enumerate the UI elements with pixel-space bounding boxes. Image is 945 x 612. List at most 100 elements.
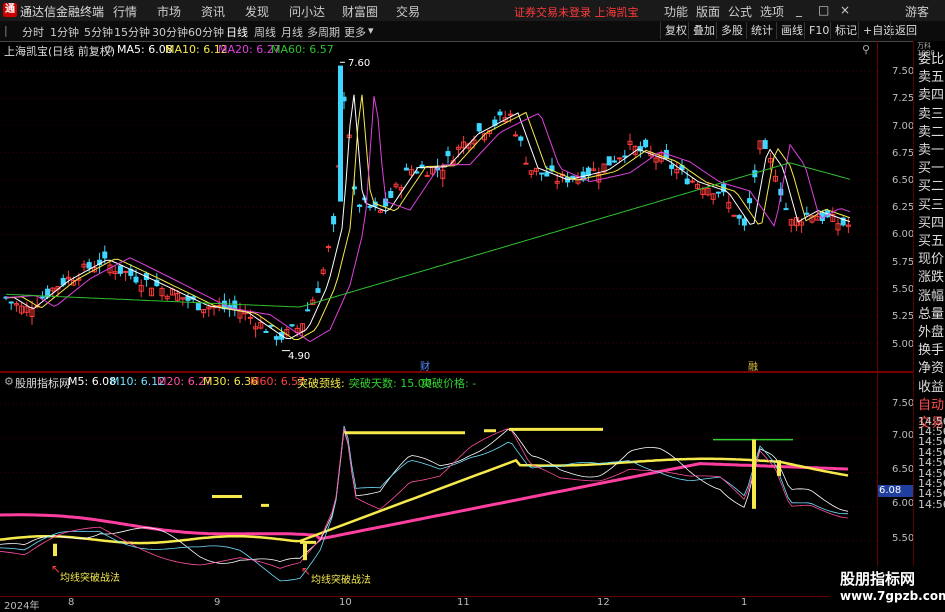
date-label: 2024年 xyxy=(4,601,40,612)
menu-wealth[interactable]: 财富圈 xyxy=(342,3,378,20)
candle-body xyxy=(388,190,394,198)
watermark-url: www.7gpzb.com xyxy=(840,589,945,603)
period-5m[interactable]: 5分钟 xyxy=(84,24,113,40)
multi-stock-button[interactable]: 多股 xyxy=(716,22,747,39)
y-tick: 7.00 xyxy=(892,121,915,132)
date-label: 8 xyxy=(68,597,75,608)
ind-m5-label: M5: 6.08 xyxy=(68,375,117,388)
sidebar-item: 14:56 xyxy=(918,497,945,511)
y-tick: 6.50 xyxy=(892,175,915,186)
indicator-name: 股朋指标网 xyxy=(15,377,70,390)
candle-body xyxy=(513,134,519,137)
ind-thin-line xyxy=(0,427,849,569)
annotation-ma-breakout: 均线突破战法 xyxy=(60,573,120,584)
menu-market[interactable]: 市场 xyxy=(157,3,181,20)
menu-discover[interactable]: 发现 xyxy=(245,3,269,20)
arrow-icon: ↖ xyxy=(301,564,311,578)
menu-news[interactable]: 资讯 xyxy=(201,3,225,20)
sidebar-item: 总量 xyxy=(918,306,945,322)
price-axis: 7.50 7.25 7.00 6.75 6.50 6.25 6.00 5.75 … xyxy=(877,41,914,596)
candle-body xyxy=(102,251,108,259)
chevron-down-icon[interactable]: ▾ xyxy=(368,24,374,37)
candle-body xyxy=(762,140,768,149)
menu-quotes[interactable]: 行情 xyxy=(113,3,137,20)
period-toolbar: | 分时 1分钟 5分钟 15分钟 30分钟 60分钟 日线 周线 月线 多周期… xyxy=(0,21,945,42)
candle-body xyxy=(715,191,721,194)
indicator-panel[interactable]: ↖ ↖ ⚙ 股朋指标网 M5: 6.08 M10: 6.12 M20: 6.27 … xyxy=(0,373,913,595)
app-title: 通达信金融终端 xyxy=(20,5,105,19)
menu-function[interactable]: 功能 xyxy=(664,3,688,20)
draw-button[interactable]: 画线 xyxy=(776,22,807,39)
kline-canvas[interactable] xyxy=(0,41,877,371)
date-axis: 2024年 8 9 10 11 12 1 xyxy=(0,596,877,612)
indicator-canvas[interactable]: ↖ ↖ xyxy=(0,373,877,595)
ma-line xyxy=(5,94,851,341)
period-30m[interactable]: 30分钟 xyxy=(152,24,188,40)
high-label: 7.60 xyxy=(348,58,371,69)
settings-icon[interactable]: ⚙ xyxy=(104,43,114,56)
sidebar-item: 净资 xyxy=(918,361,945,377)
pin-icon[interactable]: ⚲ xyxy=(862,43,870,56)
period-monthly[interactable]: 月线 xyxy=(281,24,303,40)
maximize-icon[interactable]: □ xyxy=(818,3,829,17)
login-warning[interactable]: 证券交易未登录 上海凯宝 xyxy=(514,4,639,20)
menu-options[interactable]: 选项 xyxy=(760,3,784,20)
date-label: 12 xyxy=(597,597,610,608)
period-60m[interactable]: 60分钟 xyxy=(188,24,224,40)
date-label: 10 xyxy=(339,597,352,608)
sidebar-item: 卖二 xyxy=(918,124,945,140)
y-tick: 7.50 xyxy=(892,66,915,77)
period-daily[interactable]: 日线 xyxy=(226,24,248,40)
candle-body xyxy=(273,336,279,340)
candle-body xyxy=(315,288,321,293)
stock-label: 上海凯宝(日线 前复权) xyxy=(4,45,116,58)
sidebar-item: 自动 xyxy=(918,397,945,413)
menu-trade[interactable]: 交易 xyxy=(396,3,420,20)
y-tick: 5.50 xyxy=(892,284,915,295)
candle-body xyxy=(518,136,524,141)
stats-button[interactable]: 统计 xyxy=(746,22,777,39)
candle-body xyxy=(497,111,503,116)
period-15m[interactable]: 15分钟 xyxy=(114,24,150,40)
candle-body xyxy=(689,180,695,183)
low-label: 4.90 xyxy=(288,351,311,362)
candle-body xyxy=(123,270,129,273)
minimize-icon[interactable]: _ xyxy=(796,3,802,17)
close-icon[interactable]: × xyxy=(840,3,850,17)
guest-user[interactable]: 游客 xyxy=(905,3,929,20)
date-label: 1 xyxy=(741,597,748,608)
sidebar-item: 收益 xyxy=(918,379,945,395)
menu-layout[interactable]: 版面 xyxy=(696,3,720,20)
period-weekly[interactable]: 周线 xyxy=(254,24,276,40)
mark-button[interactable]: 标记 xyxy=(830,22,861,39)
period-more[interactable]: 更多 xyxy=(344,24,366,40)
ind-y-tick: 7.00 xyxy=(892,430,915,441)
ma60-label: MA60: 6.57 xyxy=(271,43,334,56)
period-multi[interactable]: 多周期 xyxy=(307,24,340,40)
kline-chart[interactable]: 上海凯宝(日线 前复权) ⚙ MA5: 6.08 MA10: 6.12 MA20… xyxy=(0,41,877,373)
overlay-button[interactable]: 叠加 xyxy=(688,22,719,39)
menu-formula[interactable]: 公式 xyxy=(728,3,752,20)
settings-icon[interactable]: ⚙ xyxy=(4,375,14,388)
sidebar-item: 换手 xyxy=(918,343,945,359)
sidebar-item: 卖四 xyxy=(918,88,945,104)
period-tick[interactable]: 分时 xyxy=(22,24,44,40)
menu-ask[interactable]: 问小达 xyxy=(289,3,325,20)
ind-thin-line xyxy=(0,425,848,582)
candle-body xyxy=(268,324,274,327)
ind-break-neck: 突破颈线: - xyxy=(297,377,353,390)
back-button[interactable]: 返回 xyxy=(890,22,921,39)
candle-body xyxy=(367,205,373,208)
adjust-button[interactable]: 复权 xyxy=(660,22,691,39)
candle-body xyxy=(338,65,343,202)
ind-break-price: 突破价格: - xyxy=(421,377,477,390)
candle-body xyxy=(445,151,451,157)
breakout-column xyxy=(752,439,756,509)
menu-bar: 通 通达信金融终端 行情 市场 资讯 发现 问小达 财富圈 交易 证券交易未登录… xyxy=(0,0,945,22)
date-label: 11 xyxy=(457,597,470,608)
candle-body xyxy=(476,123,482,132)
f10-button[interactable]: F10 xyxy=(804,22,833,39)
breakout-column xyxy=(777,460,781,476)
period-1m[interactable]: 1分钟 xyxy=(50,24,79,40)
candle-body xyxy=(523,162,529,165)
